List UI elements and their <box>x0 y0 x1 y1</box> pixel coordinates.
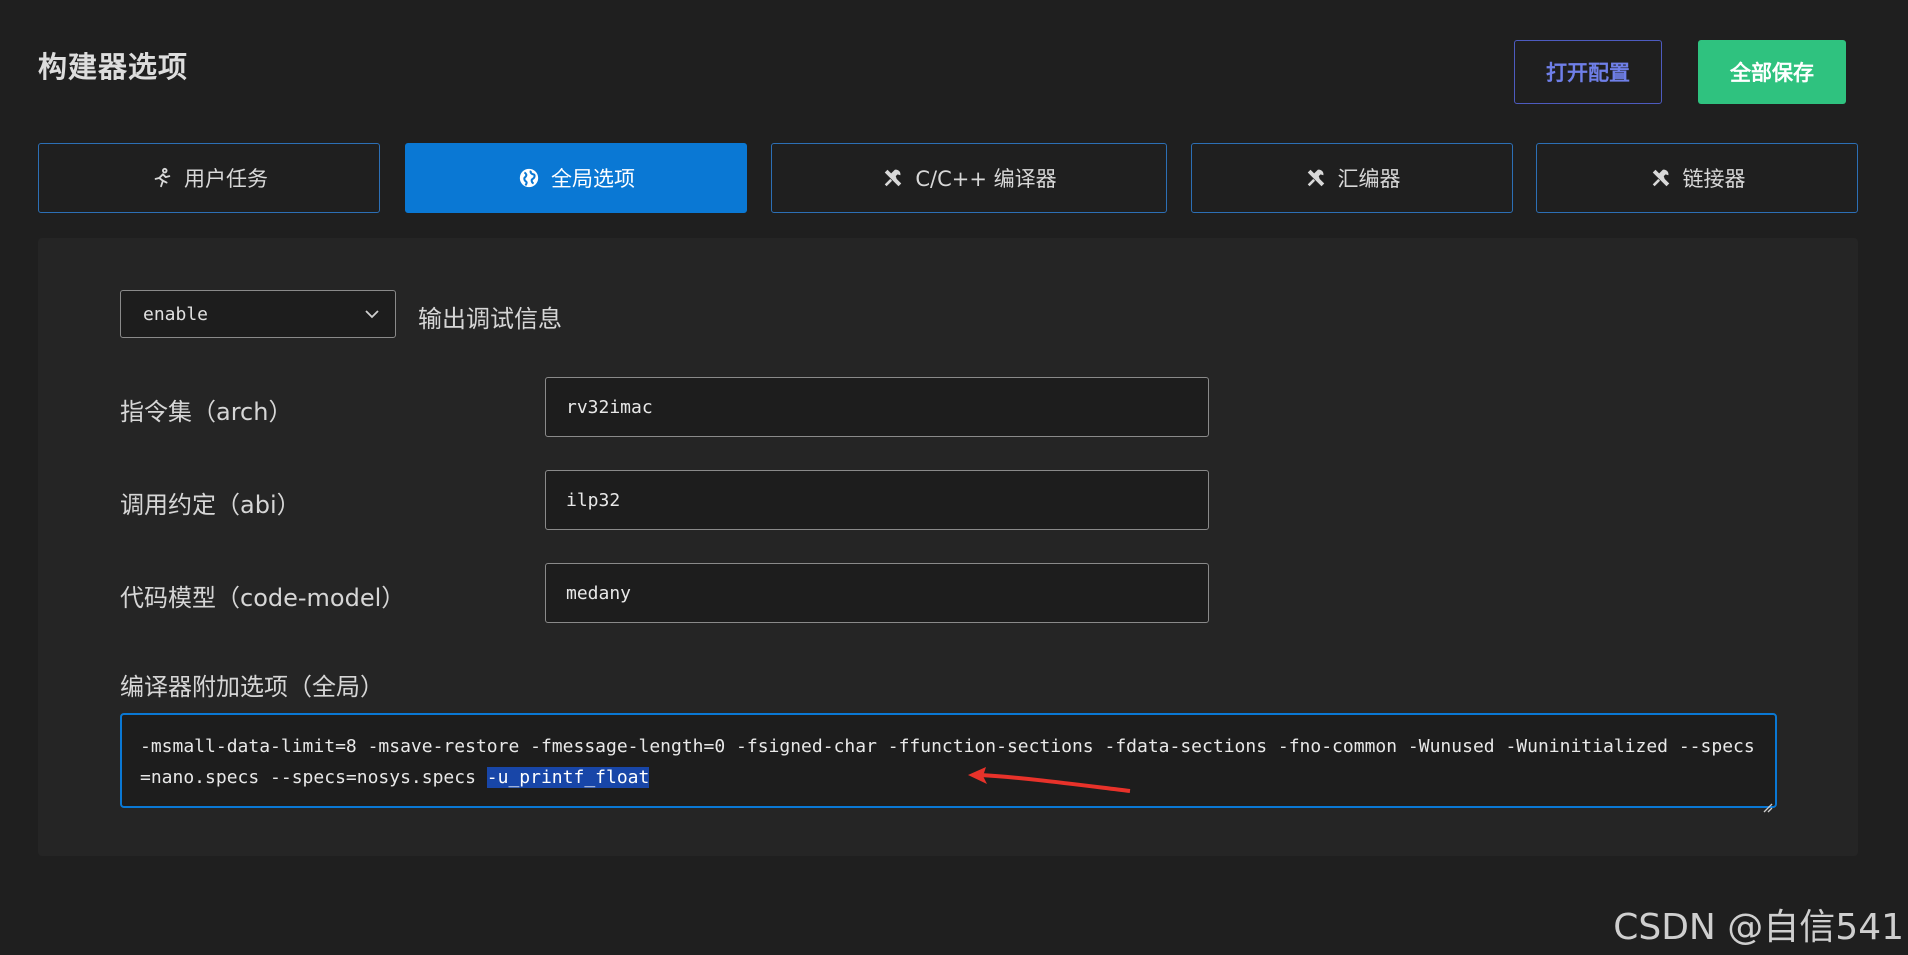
extra-options-textarea[interactable]: -msmall-data-limit=8 -msave-restore -fme… <box>120 713 1777 813</box>
tab-bar: 用户任务 全局选项 C/C++ 编译器 汇编器 链接器 <box>38 143 1858 213</box>
select-value: enable <box>143 303 209 325</box>
arch-input[interactable]: rv32imac <box>545 377 1209 437</box>
tab-label: C/C++ 编译器 <box>915 167 1057 191</box>
tab-user-tasks[interactable]: 用户任务 <box>38 143 380 213</box>
tab-label: 用户任务 <box>184 167 268 191</box>
textarea-text: -msmall-data-limit=8 -msave-restore -fme… <box>140 736 1755 788</box>
tab-linker[interactable]: 链接器 <box>1536 143 1858 213</box>
watermark-text: CSDN @自信541 <box>1613 907 1904 948</box>
resize-grip-icon[interactable] <box>1761 792 1773 813</box>
run-icon <box>150 166 174 190</box>
tools-icon <box>1304 166 1328 190</box>
tab-cpp-compiler[interactable]: C/C++ 编译器 <box>771 143 1167 213</box>
page-title: 构建器选项 <box>38 50 189 84</box>
abi-label: 调用约定（abi） <box>120 491 301 519</box>
tools-icon <box>881 166 905 190</box>
save-all-button[interactable]: 全部保存 <box>1698 40 1846 104</box>
tab-label: 全局选项 <box>551 167 635 191</box>
chevron-down-icon <box>363 305 381 323</box>
code-model-label: 代码模型（code-model） <box>120 584 406 612</box>
tools-icon <box>1649 166 1673 190</box>
debug-info-label: 输出调试信息 <box>418 305 562 333</box>
tab-global-options[interactable]: 全局选项 <box>405 143 747 213</box>
abi-input[interactable]: ilp32 <box>545 470 1209 530</box>
debug-info-select[interactable]: enable <box>120 290 396 338</box>
arch-label: 指令集（arch） <box>120 398 293 426</box>
tab-assembler[interactable]: 汇编器 <box>1191 143 1513 213</box>
selected-text: -u_printf_float <box>486 767 650 788</box>
annotation-arrow-icon <box>960 765 1135 795</box>
code-model-input[interactable]: medany <box>545 563 1209 623</box>
tab-label: 汇编器 <box>1337 167 1401 191</box>
open-config-button[interactable]: 打开配置 <box>1514 40 1662 104</box>
extra-options-label: 编译器附加选项（全局） <box>120 673 384 701</box>
tab-label: 链接器 <box>1682 167 1746 191</box>
globe-icon <box>517 166 541 190</box>
